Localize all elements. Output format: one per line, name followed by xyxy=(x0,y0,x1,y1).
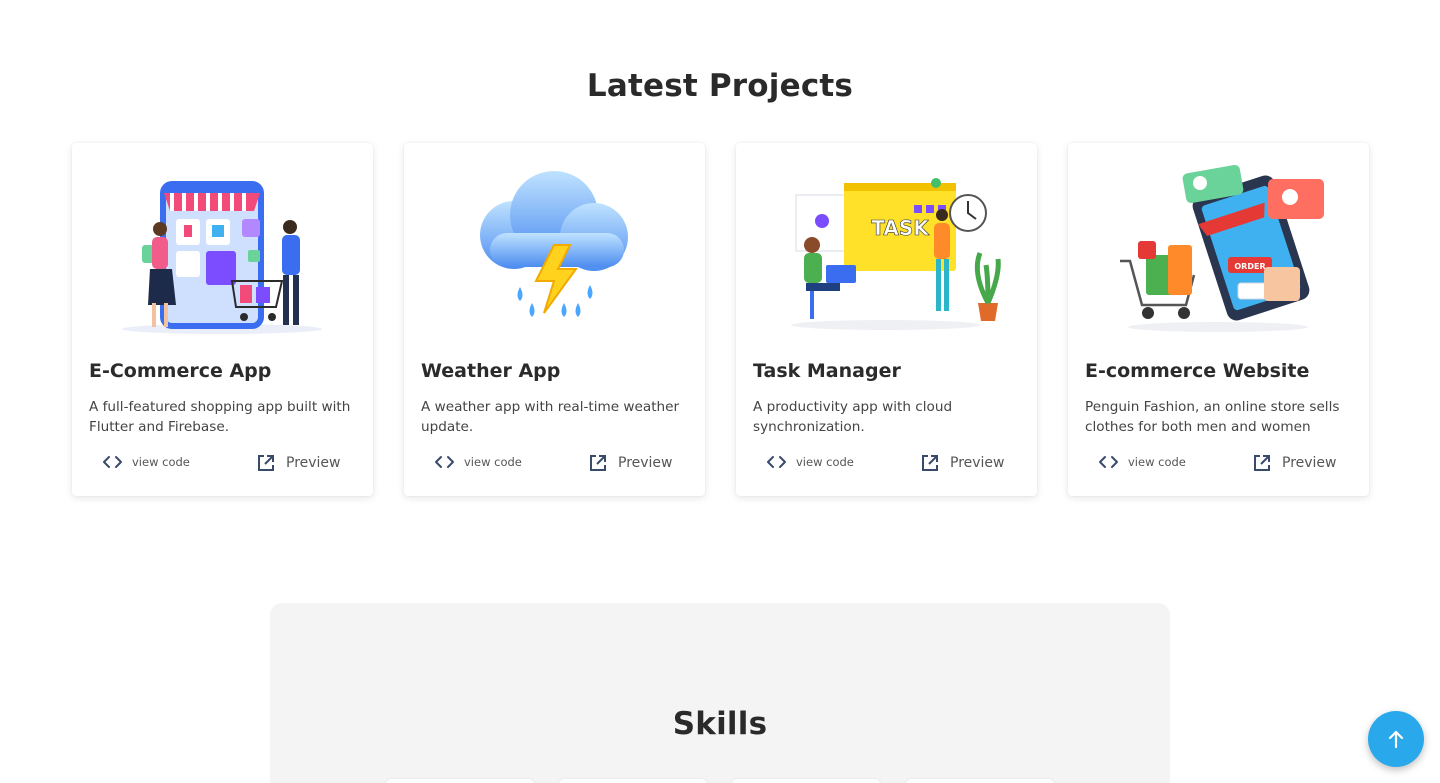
storm-cloud-illustration xyxy=(404,153,705,343)
view-code-link[interactable]: view code xyxy=(434,455,522,469)
external-link-icon xyxy=(256,453,276,473)
view-code-label: view code xyxy=(1128,455,1186,469)
scroll-to-top-button[interactable] xyxy=(1368,711,1424,767)
card-title: E-Commerce App xyxy=(89,360,272,382)
code-icon xyxy=(766,455,787,469)
arrow-up-icon xyxy=(1387,729,1405,749)
section-title-skills: Skills xyxy=(672,706,768,742)
external-link-icon xyxy=(920,453,940,473)
view-code-label: view code xyxy=(796,455,854,469)
skill-card xyxy=(732,779,880,783)
view-code-label: view code xyxy=(132,455,190,469)
view-code-label: view code xyxy=(464,455,522,469)
section-title-projects: Latest Projects xyxy=(586,68,854,104)
external-link-icon xyxy=(588,453,608,473)
preview-link[interactable]: Preview xyxy=(256,453,341,473)
skill-card xyxy=(906,779,1054,783)
illustration-task-text: TASK xyxy=(871,216,930,240)
card-title: Weather App xyxy=(421,360,561,382)
preview-label: Preview xyxy=(618,455,673,471)
illustration-order-text: ORDER xyxy=(1234,262,1265,271)
code-icon xyxy=(434,455,455,469)
preview-link[interactable]: Preview xyxy=(1252,453,1337,473)
view-code-link[interactable]: view code xyxy=(766,455,854,469)
online-store-illustration: ORDER xyxy=(1068,153,1369,343)
code-icon xyxy=(1098,455,1119,469)
project-card-task-manager: TASK Task Manager A productivity app wit… xyxy=(736,143,1037,496)
card-description: Penguin Fashion, an online store sells c… xyxy=(1085,399,1340,435)
card-description: A full-featured shopping app built with … xyxy=(89,399,351,435)
card-title: E-commerce Website xyxy=(1085,360,1310,382)
preview-label: Preview xyxy=(286,455,341,471)
preview-label: Preview xyxy=(950,455,1005,471)
code-icon xyxy=(102,455,123,469)
task-management-illustration: TASK xyxy=(736,153,1037,343)
preview-label: Preview xyxy=(1282,455,1337,471)
project-card-ecommerce-website: ORDER E-commerce Website Penguin Fashion… xyxy=(1068,143,1369,496)
shopping-app-illustration xyxy=(72,153,373,343)
card-description: A productivity app with cloud synchroniz… xyxy=(753,399,953,435)
preview-link[interactable]: Preview xyxy=(588,453,673,473)
project-card-ecommerce-app: E-Commerce App A full-featured shopping … xyxy=(72,143,373,496)
view-code-link[interactable]: view code xyxy=(102,455,190,469)
card-description: A weather app with real-time weather upd… xyxy=(421,399,680,435)
external-link-icon xyxy=(1252,453,1272,473)
view-code-link[interactable]: view code xyxy=(1098,455,1186,469)
skill-card xyxy=(559,779,707,783)
card-title: Task Manager xyxy=(753,360,901,382)
project-card-weather-app: Weather App A weather app with real-time… xyxy=(404,143,705,496)
skills-panel xyxy=(270,603,1170,783)
preview-link[interactable]: Preview xyxy=(920,453,1005,473)
skill-card xyxy=(386,779,534,783)
